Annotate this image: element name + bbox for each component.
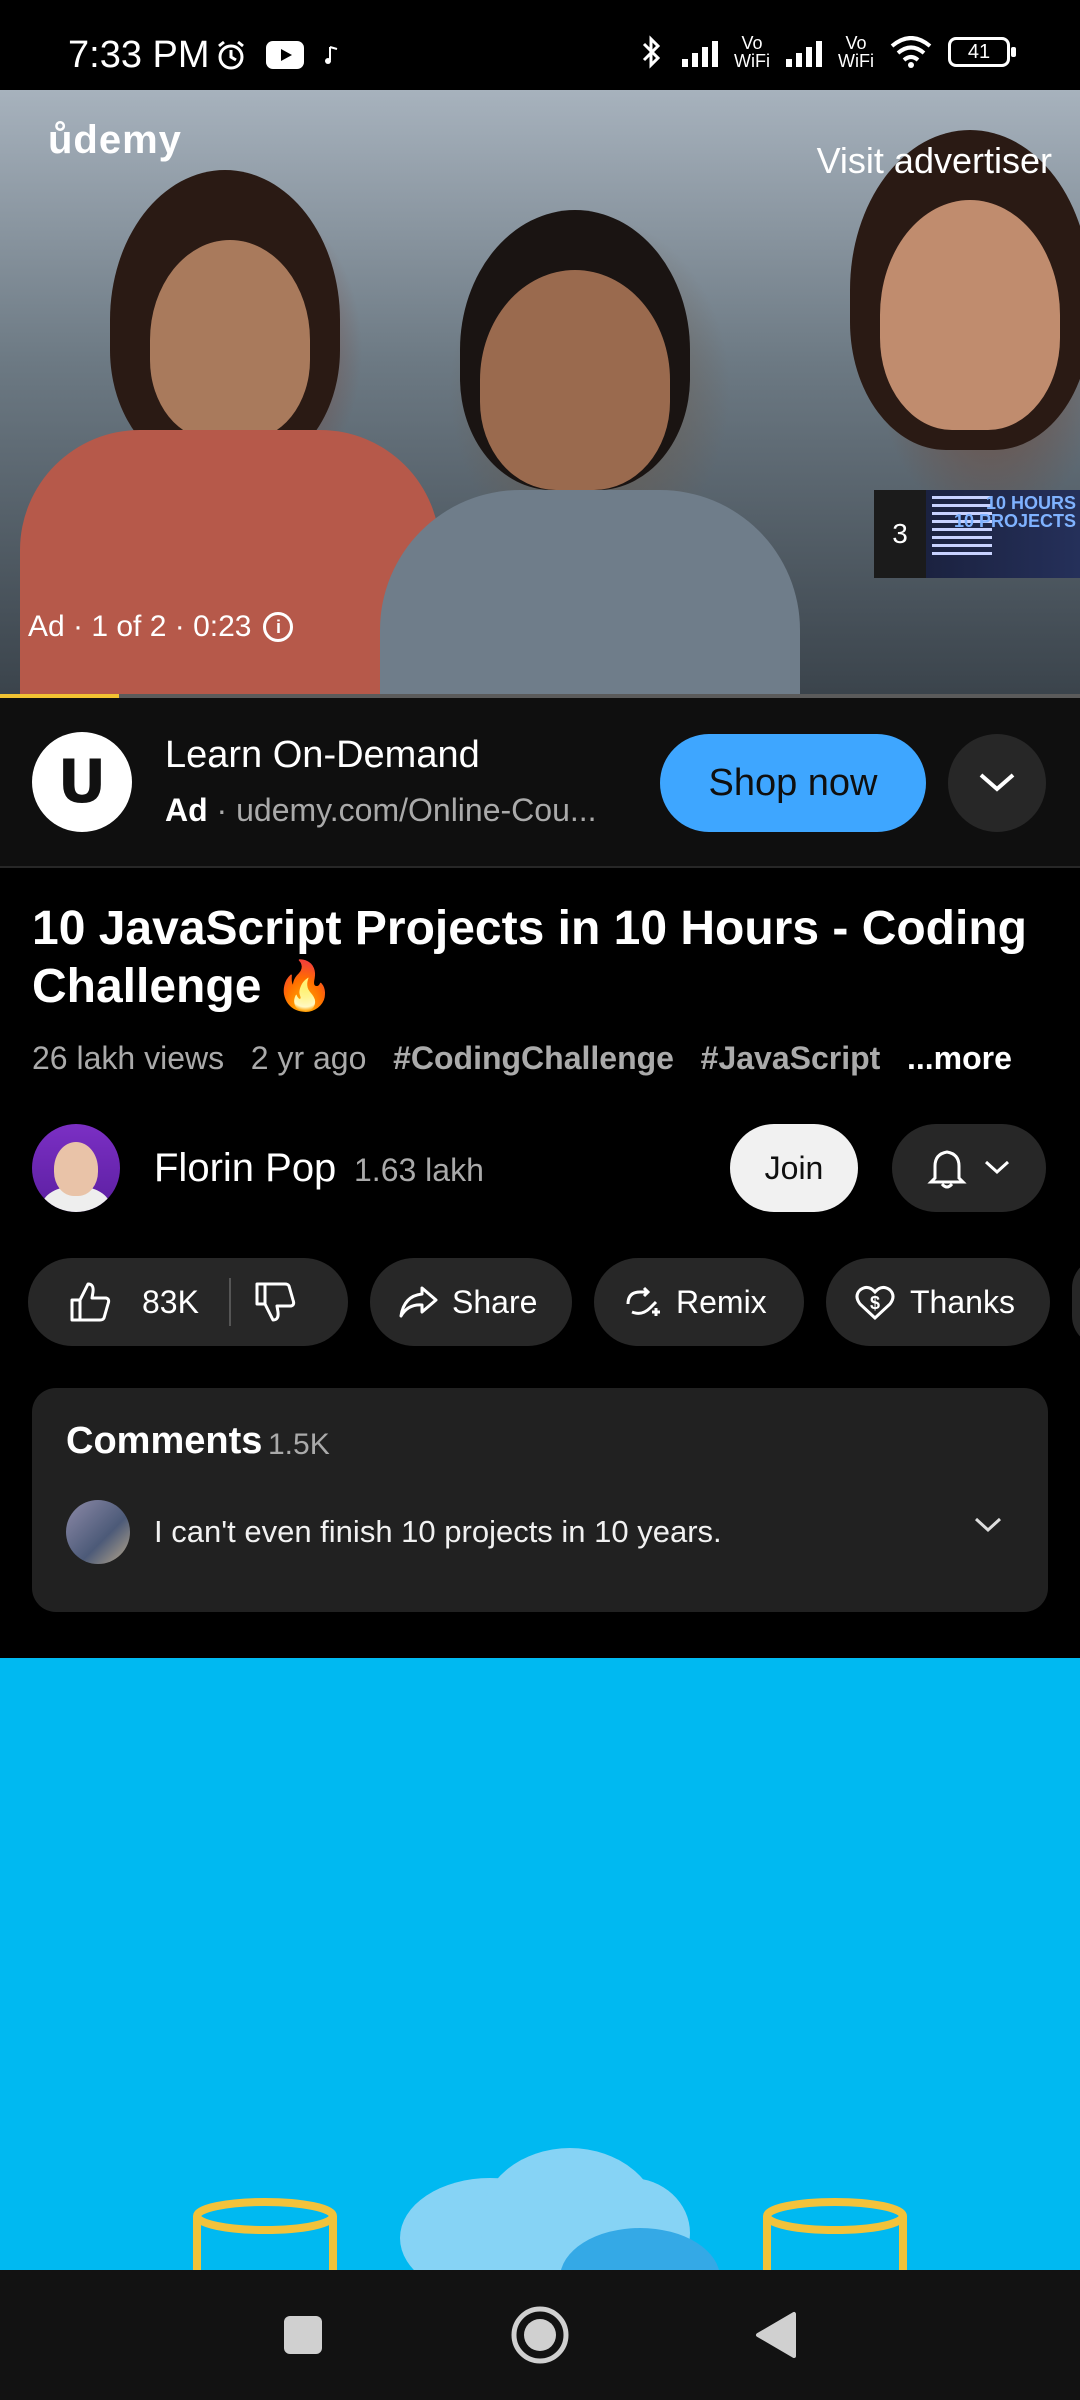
- comments-count: 1.5K: [268, 1428, 330, 1461]
- chevron-down-icon: [984, 1160, 1010, 1175]
- ad-meta: Ad · 1 of 2 · 0:23 i: [28, 610, 294, 644]
- upload-age: 2 yr ago: [250, 1040, 367, 1076]
- thanks-label: Thanks: [910, 1283, 1015, 1320]
- avatar-figure: [54, 1142, 98, 1196]
- advertiser-logo-letter: U: [57, 747, 107, 817]
- video-frame-figure: [20, 430, 440, 698]
- like-count[interactable]: 83K: [142, 1284, 199, 1321]
- channel-name[interactable]: Florin Pop: [154, 1146, 336, 1191]
- music-note-icon: [325, 46, 338, 64]
- bell-icon: [927, 1150, 967, 1189]
- more-link[interactable]: ...more: [907, 1040, 1012, 1076]
- video-frame-figure: [150, 240, 310, 440]
- status-right-icons: Vo WiFi Vo WiFi 41: [638, 33, 1016, 71]
- next-video-thumbnail[interactable]: [0, 1658, 1080, 2270]
- shop-now-button[interactable]: Shop now: [660, 734, 926, 832]
- back-button-icon[interactable]: [754, 2310, 798, 2360]
- info-icon[interactable]: i: [263, 612, 294, 642]
- up-next-thumb-title: 10 HOURS 10 PROJECTS: [953, 493, 1076, 531]
- clock: 7:33 PM: [68, 34, 210, 76]
- ad-meta-text: Ad · 1 of 2 · 0:23: [28, 610, 252, 643]
- video-title[interactable]: 10 JavaScript Projects in 10 Hours - Cod…: [32, 900, 1042, 1016]
- remix-icon: [626, 1286, 660, 1316]
- video-frame-figure: [380, 490, 800, 698]
- thanks-button[interactable]: $ Thanks: [826, 1258, 1050, 1346]
- ad-label: Ad: [165, 792, 208, 828]
- share-icon: [399, 1286, 438, 1318]
- channel-avatar[interactable]: [32, 1124, 120, 1212]
- view-count: 26 lakh views: [32, 1040, 225, 1076]
- share-button[interactable]: Share: [370, 1258, 572, 1346]
- comments-label: Comments: [66, 1420, 263, 1462]
- up-next-count: 3: [874, 490, 926, 578]
- hashtag[interactable]: #CodingChallenge: [393, 1040, 674, 1076]
- vowifi-label: Vo WiFi: [734, 33, 771, 71]
- remix-label: Remix: [676, 1283, 767, 1320]
- comments-panel[interactable]: Comments 1.5K I can't even finish 10 pro…: [32, 1388, 1048, 1612]
- share-label: Share: [452, 1283, 538, 1320]
- video-frame-figure: [880, 200, 1060, 430]
- subscriber-count: 1.63 lakh: [354, 1152, 484, 1188]
- hashtag[interactable]: #JavaScript: [701, 1040, 881, 1076]
- ad-expand-button[interactable]: [948, 734, 1046, 832]
- ad-url: udemy.com/Online-Cou...: [236, 792, 597, 828]
- ad-title: Learn On-Demand: [165, 734, 480, 776]
- up-next-thumbnail: 10 HOURS 10 PROJECTS: [926, 490, 1080, 578]
- divider: [0, 866, 1080, 868]
- like-dislike-pill: 83K: [28, 1258, 348, 1346]
- heart-dollar-icon: $: [855, 1285, 895, 1321]
- more-actions-pill[interactable]: [1072, 1258, 1080, 1346]
- visit-advertiser-link[interactable]: Visit advertiser: [817, 140, 1052, 182]
- top-comment: I can't even finish 10 projects in 10 ye…: [154, 1514, 722, 1549]
- divider: [228, 1278, 231, 1326]
- ad-subtitle: Ad · udemy.com/Online-Cou...: [165, 792, 597, 828]
- up-next-preview[interactable]: 3 10 HOURS 10 PROJECTS: [874, 490, 1080, 578]
- vowifi-label: Vo WiFi: [838, 33, 874, 71]
- database-icon: [193, 2198, 337, 2270]
- recents-button-icon[interactable]: [282, 2314, 324, 2356]
- home-button-icon[interactable]: [510, 2305, 570, 2365]
- commenter-avatar: [66, 1500, 130, 1564]
- udemy-logo: ůdemy: [48, 118, 182, 162]
- remix-button[interactable]: Remix: [594, 1258, 804, 1346]
- advertiser-logo[interactable]: U: [32, 732, 132, 832]
- join-button[interactable]: Join: [730, 1124, 858, 1212]
- youtube-icon: [266, 41, 304, 69]
- chevron-down-icon[interactable]: [972, 1514, 1004, 1536]
- thumbs-down-icon[interactable]: [253, 1280, 297, 1324]
- battery-icon: 41: [948, 37, 1016, 67]
- status-bar: 7:33 PM Vo WiFi Vo WiFi 41: [0, 0, 1080, 90]
- thumbs-up-icon[interactable]: [68, 1280, 112, 1324]
- bluetooth-icon: [642, 35, 661, 69]
- ad-companion-row[interactable]: U Learn On-Demand Ad · udemy.com/Online-…: [0, 698, 1080, 868]
- signal-icon: [682, 37, 719, 67]
- video-meta[interactable]: 26 lakh views 2 yr ago #CodingChallenge …: [32, 1040, 1012, 1077]
- status-left-icons: [214, 38, 342, 72]
- wifi-icon: [890, 36, 932, 68]
- system-nav-bar: [0, 2270, 1080, 2400]
- alarm-icon: [218, 40, 244, 70]
- svg-text:$: $: [870, 1293, 880, 1313]
- video-player[interactable]: ůdemy Visit advertiser Ad · 1 of 2 · 0:2…: [0, 90, 1080, 698]
- signal-icon: [786, 37, 823, 67]
- video-frame-figure: [480, 270, 670, 490]
- subscription-bell-button[interactable]: [892, 1124, 1046, 1212]
- chevron-down-icon: [979, 773, 1015, 792]
- database-icon: [763, 2198, 907, 2270]
